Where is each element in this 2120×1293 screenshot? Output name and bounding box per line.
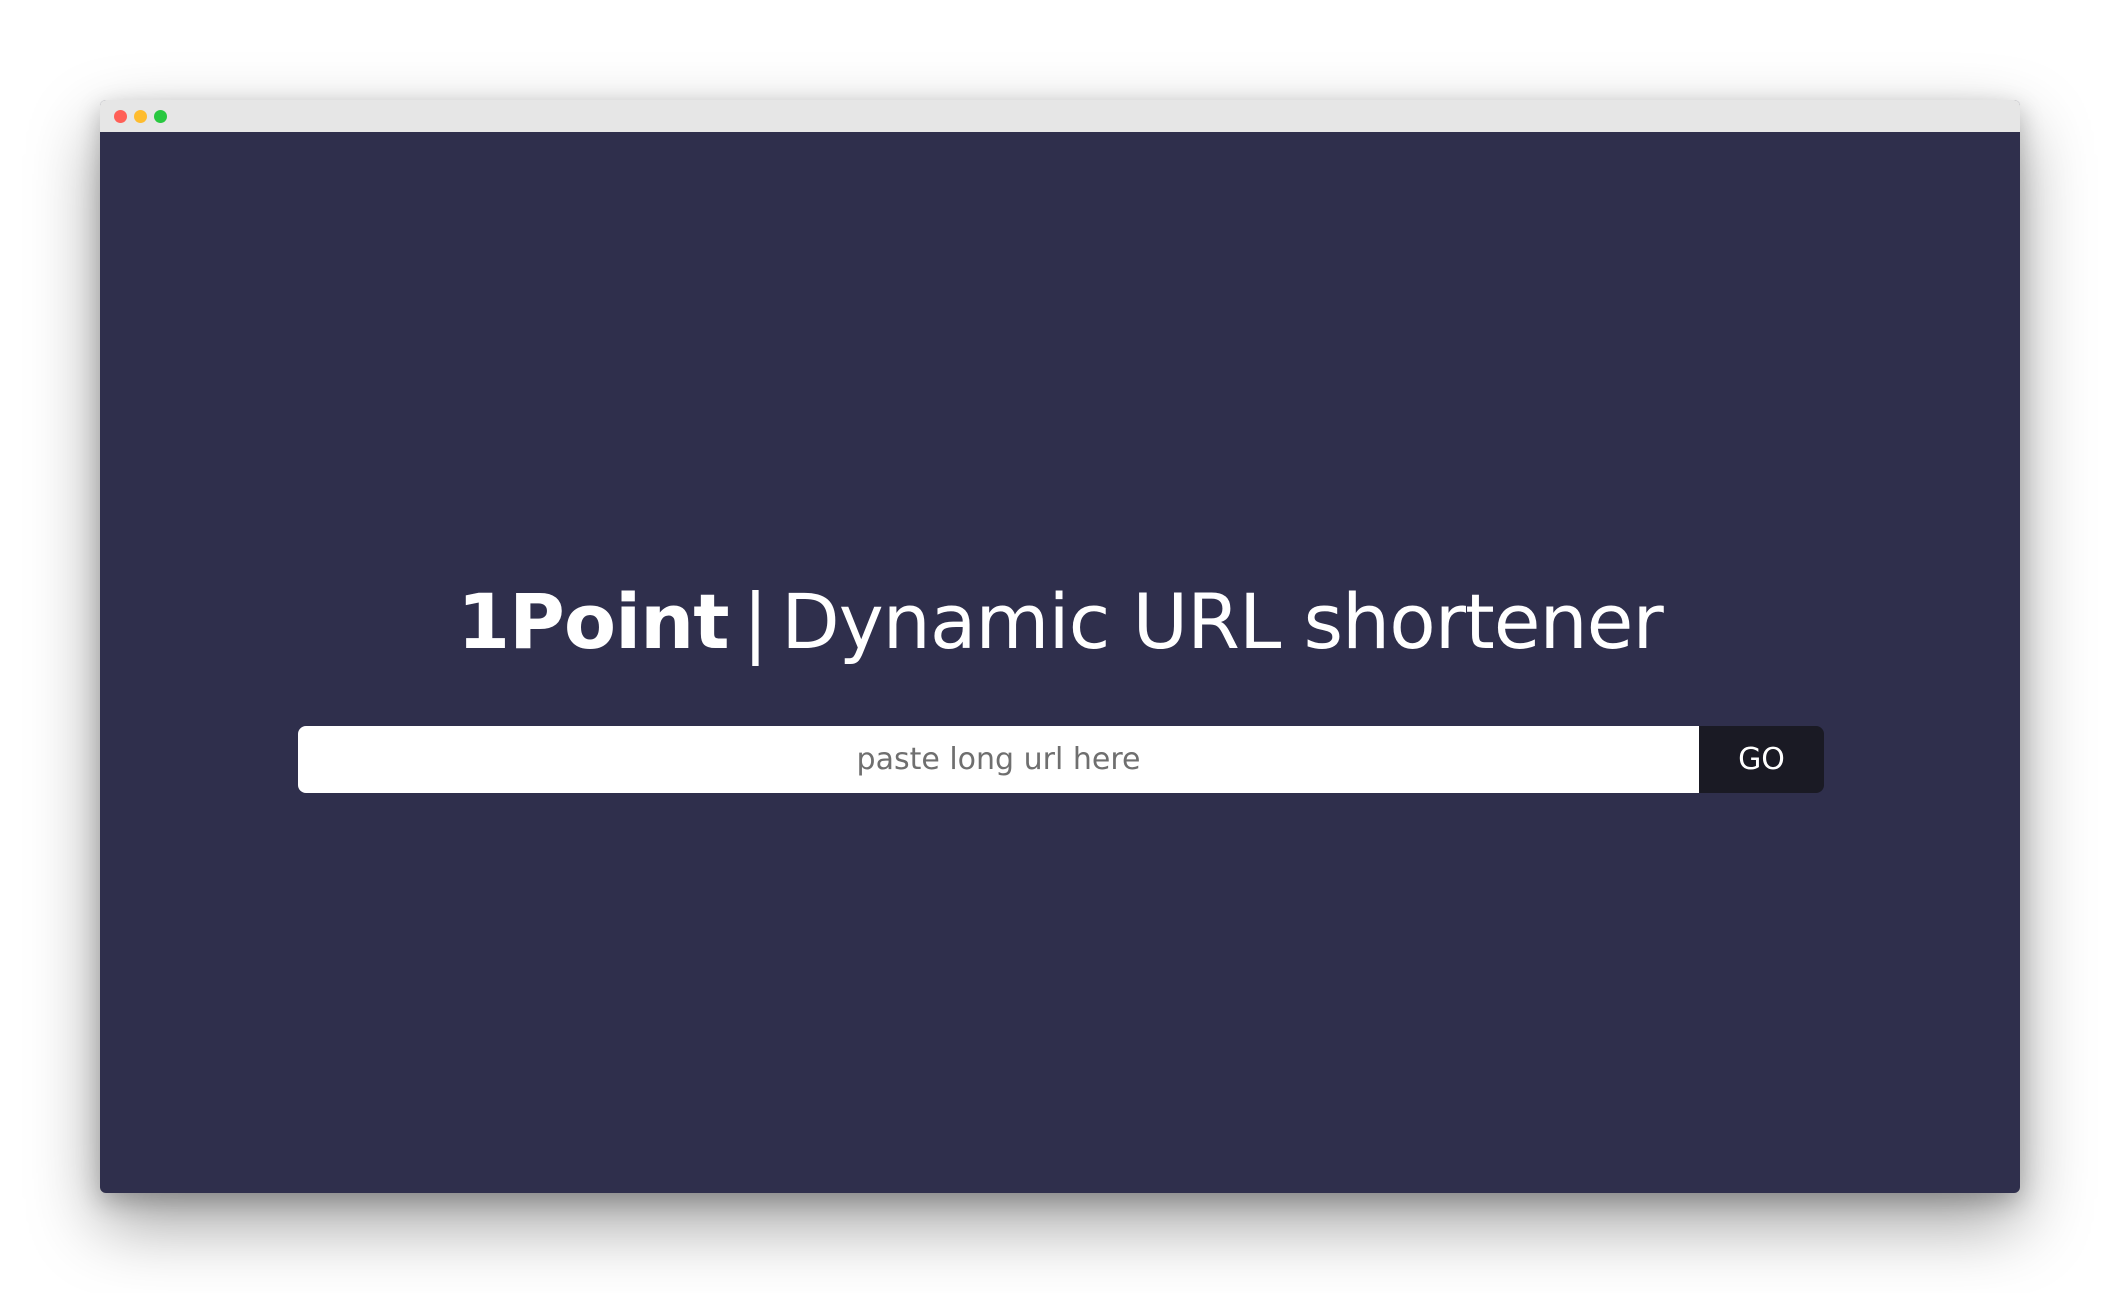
url-shortener-form: GO	[298, 726, 1824, 793]
brand-name: 1Point	[457, 577, 729, 666]
close-window-button[interactable]	[114, 110, 127, 123]
maximize-window-button[interactable]	[154, 110, 167, 123]
long-url-input[interactable]	[298, 726, 1699, 793]
tagline: Dynamic URL shortener	[781, 577, 1663, 666]
title-separator: |	[742, 577, 769, 666]
screenshot-stage: 1Point|Dynamic URL shortener GO	[0, 0, 2120, 1293]
page-title: 1Point | Dynamic URL shortener	[100, 572, 2020, 672]
page-content: 1Point|Dynamic URL shortener GO	[100, 132, 2020, 1193]
browser-window: 1Point|Dynamic URL shortener GO	[100, 100, 2020, 1193]
window-titlebar	[100, 100, 2020, 132]
go-button[interactable]: GO	[1699, 726, 1824, 793]
minimize-window-button[interactable]	[134, 110, 147, 123]
